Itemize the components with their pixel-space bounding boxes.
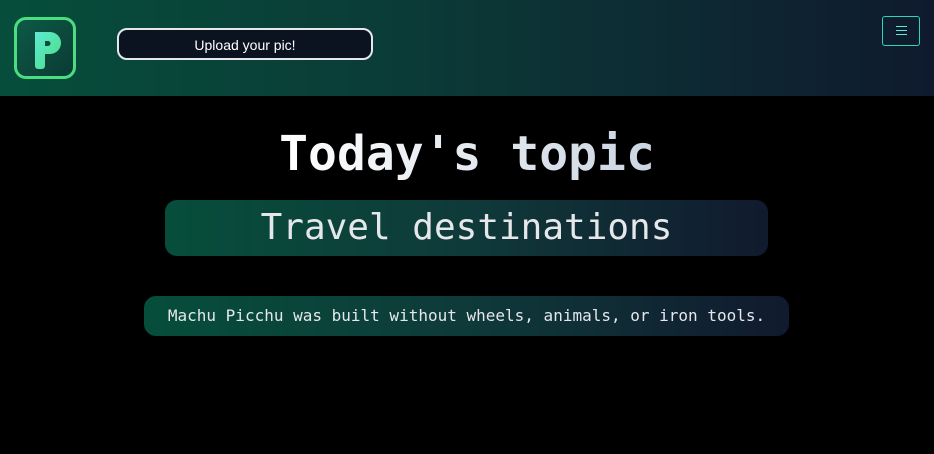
menu-toggle-button[interactable] <box>882 16 920 46</box>
topic-banner: Travel destinations <box>165 200 768 256</box>
letter-p-logo-icon <box>35 32 61 69</box>
app-logo[interactable] <box>14 17 76 79</box>
upload-pic-button[interactable]: Upload your pic! <box>117 28 373 60</box>
top-header: Upload your pic! <box>0 0 934 96</box>
fact-card: Machu Picchu was built without wheels, a… <box>144 296 789 336</box>
fact-text: Machu Picchu was built without wheels, a… <box>167 306 766 325</box>
page-title: Today's topic <box>0 124 934 184</box>
topic-label: Travel destinations <box>260 207 673 248</box>
